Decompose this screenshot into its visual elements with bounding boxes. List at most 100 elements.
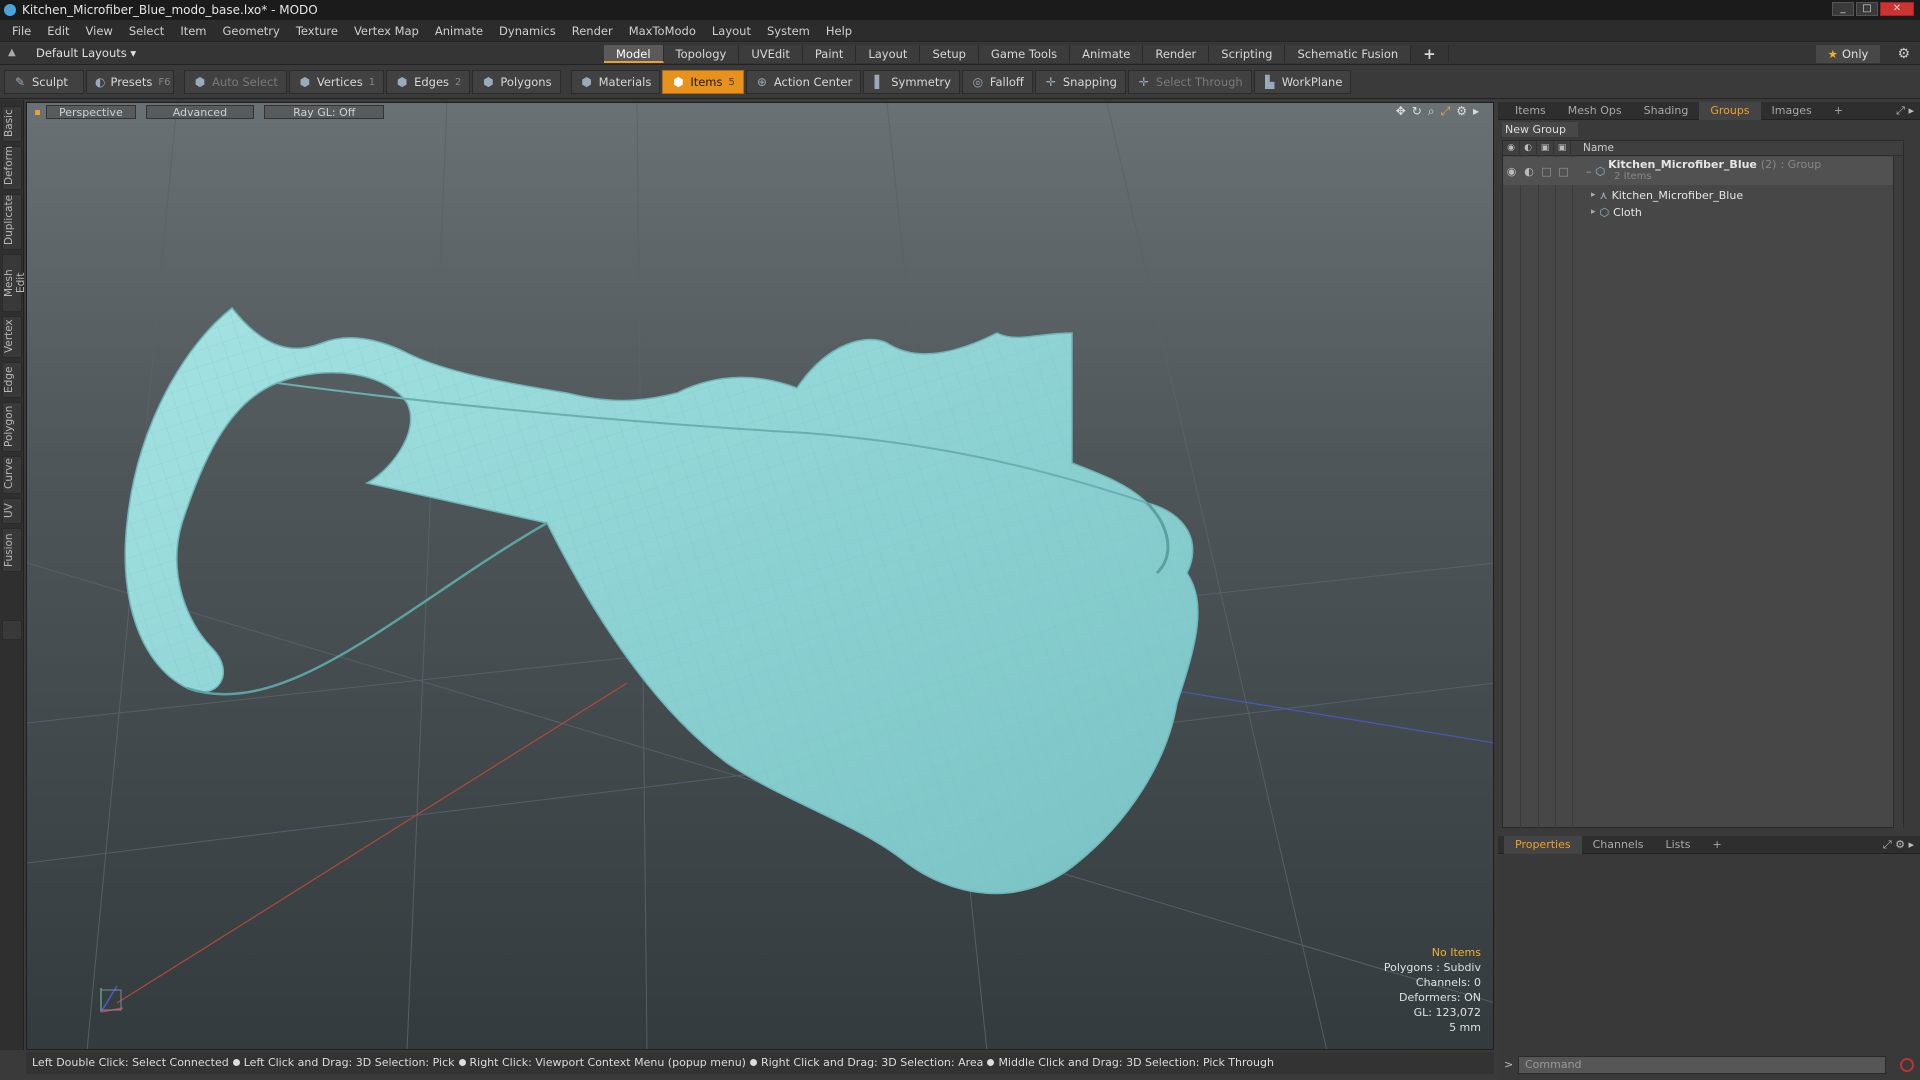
auto-select-button[interactable]: ⬢ Auto Select: [184, 70, 287, 94]
tree-row[interactable]: ◉ ◐ □ □ – ⬡ Kitchen_Microfiber_Blue (2): …: [1503, 157, 1903, 185]
menu-item[interactable]: Item: [172, 20, 214, 42]
raygl-dropdown[interactable]: Ray GL: Off: [264, 105, 385, 119]
select-through-button[interactable]: ✛ Select Through: [1127, 70, 1252, 94]
tab-layout[interactable]: Layout: [856, 45, 921, 63]
menu-layout[interactable]: Layout: [704, 20, 759, 42]
tab-shading[interactable]: Shading: [1633, 102, 1700, 120]
menu-select[interactable]: Select: [121, 20, 172, 42]
bullet-icon: [749, 1059, 757, 1066]
command-input[interactable]: Command: [1518, 1056, 1886, 1074]
new-group-button[interactable]: New Group: [1502, 122, 1578, 137]
minimize-button[interactable]: _: [1832, 2, 1854, 16]
perspective-dropdown[interactable]: Perspective: [46, 105, 136, 119]
viewport-menu-icon[interactable]: [35, 109, 40, 115]
tab-paint[interactable]: Paint: [802, 45, 857, 63]
menu-dynamics[interactable]: Dynamics: [491, 20, 564, 42]
properties-expand-icon[interactable]: ⤢ ⚙ ▸: [1883, 838, 1914, 852]
tab-game-tools[interactable]: Game Tools: [978, 45, 1071, 63]
gear-icon[interactable]: ⚙: [1897, 46, 1910, 62]
expand-icon[interactable]: ▸: [1591, 207, 1596, 217]
vtab-deform[interactable]: Deform: [2, 146, 22, 190]
vtab-vertex[interactable]: Vertex: [2, 316, 22, 358]
tab-lists[interactable]: Lists: [1655, 836, 1702, 854]
select-icon[interactable]: □: [1555, 165, 1572, 178]
default-layouts-dropdown[interactable]: ▲ Default Layouts ▾: [8, 46, 136, 60]
vtab-edge[interactable]: Edge: [2, 362, 22, 398]
record-icon[interactable]: [1900, 1058, 1914, 1072]
only-button[interactable]: ★ Only: [1816, 45, 1880, 63]
tab-channels[interactable]: Channels: [1582, 836, 1655, 854]
workplane-button[interactable]: ▙ WorkPlane: [1253, 70, 1352, 94]
tree-row[interactable]: ▸ ⋏ Kitchen_Microfiber_Blue: [1503, 187, 1903, 203]
menu-animate[interactable]: Animate: [427, 20, 491, 42]
viewport-expand-icon[interactable]: ▸: [1473, 104, 1479, 119]
render-icon[interactable]: ◐: [1520, 165, 1538, 178]
tab-uvedit[interactable]: UVEdit: [739, 45, 803, 63]
snapping-button[interactable]: ✛ Snapping: [1034, 70, 1126, 94]
menu-render[interactable]: Render: [564, 20, 621, 42]
lock-icon[interactable]: □: [1538, 165, 1555, 178]
vtab-polygon[interactable]: Polygon: [2, 402, 22, 452]
select-col-icon[interactable]: ▣: [1554, 140, 1571, 156]
vtab-duplicate[interactable]: Duplicate: [2, 194, 22, 250]
menu-geometry[interactable]: Geometry: [215, 20, 288, 42]
tab-animate[interactable]: Animate: [1070, 45, 1144, 63]
zoom-icon[interactable]: ⌕: [1428, 104, 1435, 119]
tab-items[interactable]: Items: [1504, 102, 1557, 120]
symmetry-button[interactable]: ▌ Symmetry: [863, 70, 960, 94]
tab-properties[interactable]: Properties: [1504, 835, 1582, 854]
menu-edit[interactable]: Edit: [39, 20, 77, 42]
rotate-icon[interactable]: ↻: [1412, 104, 1422, 119]
falloff-button[interactable]: ◎ Falloff: [961, 70, 1033, 94]
close-button[interactable]: ✕: [1880, 2, 1914, 16]
menu-system[interactable]: System: [759, 20, 818, 42]
sculpt-button[interactable]: ✎ Sculpt: [4, 70, 84, 94]
vertices-button[interactable]: ⬢ Vertices 1: [288, 70, 385, 94]
vtab-mesh-edit[interactable]: Mesh Edit: [2, 254, 27, 312]
collapse-icon[interactable]: –: [1586, 165, 1592, 178]
eye-icon[interactable]: ◉: [1503, 165, 1520, 178]
maximize-button[interactable]: □: [1856, 2, 1878, 16]
tab-scripting[interactable]: Scripting: [1209, 45, 1286, 63]
panel-expand-icon[interactable]: ⤢ ▸: [1896, 104, 1914, 118]
menu-maxtomodo[interactable]: MaxToModo: [621, 20, 704, 42]
presets-button[interactable]: ◐ Presets F6: [86, 70, 174, 94]
tab-groups[interactable]: Groups: [1699, 101, 1761, 120]
tab-render[interactable]: Render: [1143, 45, 1210, 63]
tree-scrollbar[interactable]: [1893, 156, 1903, 828]
tab-schematic-fusion[interactable]: Schematic Fusion: [1285, 45, 1412, 63]
visibility-col-icon[interactable]: ◉: [1503, 140, 1520, 156]
tab-setup[interactable]: Setup: [920, 45, 979, 63]
tab-topology[interactable]: Topology: [663, 45, 740, 63]
vtab-basic[interactable]: Basic: [2, 106, 22, 142]
lock-col-icon[interactable]: ▣: [1537, 140, 1554, 156]
menu-view[interactable]: View: [78, 20, 121, 42]
tab-model[interactable]: Model: [604, 45, 664, 63]
items-button[interactable]: ⬢ Items 5: [662, 70, 744, 94]
action-center-button[interactable]: ⊕ Action Center: [745, 70, 862, 94]
fit-icon[interactable]: ⤢: [1441, 104, 1451, 119]
shading-dropdown[interactable]: Advanced: [145, 105, 255, 119]
menu-vertex-map[interactable]: Vertex Map: [346, 20, 427, 42]
pan-icon[interactable]: ✥: [1396, 104, 1406, 119]
menu-help[interactable]: Help: [818, 20, 860, 42]
vtab-fusion[interactable]: Fusion: [2, 528, 22, 572]
render-col-icon[interactable]: ◐: [1520, 140, 1537, 156]
menu-file[interactable]: File: [4, 20, 39, 42]
vtab-curve[interactable]: Curve: [2, 456, 22, 494]
add-tab-button[interactable]: +: [1411, 45, 1449, 63]
vtab-collapse[interactable]: [2, 620, 22, 640]
tab-images[interactable]: Images: [1761, 102, 1823, 120]
vtab-uv[interactable]: UV: [2, 498, 22, 524]
tree-row[interactable]: ▸ ⬡ Cloth: [1503, 204, 1903, 220]
menu-texture[interactable]: Texture: [288, 20, 346, 42]
viewport-settings-icon[interactable]: ⚙: [1456, 104, 1467, 119]
add-properties-tab-button[interactable]: +: [1701, 836, 1732, 854]
materials-button[interactable]: ⬢ Materials: [570, 70, 661, 94]
edges-button[interactable]: ⬢ Edges 2: [386, 70, 471, 94]
expand-icon[interactable]: ▸: [1591, 190, 1596, 200]
tab-mesh-ops[interactable]: Mesh Ops: [1557, 102, 1633, 120]
polygons-button[interactable]: ⬢ Polygons: [472, 70, 561, 94]
add-panel-tab-button[interactable]: +: [1823, 102, 1854, 120]
3d-viewport[interactable]: Perspective Advanced Ray GL: Off ✥ ↻ ⌕ ⤢…: [26, 102, 1494, 1050]
